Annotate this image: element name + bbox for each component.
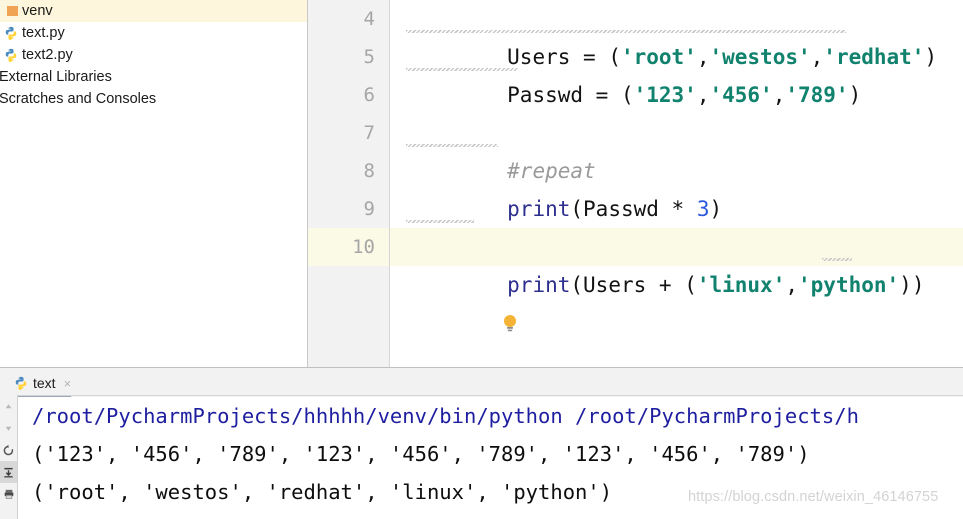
- tree-item-label: External Libraries: [0, 69, 112, 85]
- weak-warning-underline: [406, 30, 846, 33]
- run-tab-text[interactable]: text ×: [14, 372, 72, 399]
- tree-item-text-py[interactable]: text.py: [0, 22, 307, 44]
- line-number-current: 10: [308, 228, 389, 266]
- line-number: 7: [363, 122, 375, 144]
- code-token: 'linux': [696, 273, 786, 297]
- scroll-up-icon[interactable]: [0, 395, 17, 417]
- run-tab-label: text: [33, 375, 56, 391]
- code-line-5[interactable]: Passwd = ('123','456','789'): [390, 38, 963, 107]
- line-number: 9: [363, 198, 375, 220]
- soft-wrap-icon[interactable]: [0, 461, 17, 483]
- code-line-10[interactable]: print(Users + ('linux','python')): [390, 228, 963, 297]
- tree-item-text2-py[interactable]: text2.py: [0, 44, 307, 66]
- code-token: )): [899, 273, 925, 297]
- line-number: 4: [363, 8, 375, 30]
- code-line-4[interactable]: Users = ('root','westos','redhat'): [390, 0, 963, 69]
- code-line-7[interactable]: #repeat: [390, 114, 963, 183]
- weak-warning-underline: [406, 220, 474, 223]
- code-token: (: [684, 273, 697, 297]
- tree-item-venv[interactable]: venv: [0, 0, 307, 22]
- tree-item-external-libraries[interactable]: External Libraries: [0, 66, 307, 88]
- console-toolbar: [0, 395, 18, 519]
- line-number: 5: [363, 46, 375, 68]
- weak-warning-underline: [822, 258, 852, 261]
- watermark: https://blog.csdn.net/weixin_46146755: [688, 489, 939, 505]
- console-line-output: ('123', '456', '789', '123', '456', '789…: [32, 442, 810, 466]
- tree-item-label: text.py: [22, 25, 65, 41]
- code-token: +: [646, 273, 685, 297]
- weak-warning-underline: [406, 68, 518, 71]
- code-token: print: [507, 273, 571, 297]
- tree-item-label: venv: [22, 3, 53, 19]
- code-text-area[interactable]: Users = ('root','westos','redhat') Passw…: [390, 0, 963, 367]
- python-file-icon: [14, 376, 28, 390]
- rerun-icon[interactable]: [0, 439, 17, 461]
- folder-orange-icon: [7, 6, 18, 16]
- code-token: Users: [583, 273, 647, 297]
- python-file-icon: [4, 26, 18, 40]
- code-token: 'python': [798, 273, 900, 297]
- tree-item-label: Scratches and Consoles: [0, 91, 157, 107]
- close-icon[interactable]: ×: [64, 376, 72, 391]
- tree-item-scratches-and-consoles[interactable]: Scratches and Consoles: [0, 88, 307, 110]
- python-file-icon: [4, 48, 18, 62]
- code-token: (: [570, 273, 584, 297]
- editor-gutter[interactable]: 4 5 6 7 8 9 10: [308, 0, 390, 367]
- print-icon[interactable]: [0, 483, 17, 505]
- tree-item-label: text2.py: [22, 47, 73, 63]
- run-tabbar: text ×: [0, 368, 963, 399]
- weak-warning-underline: [406, 144, 498, 147]
- pycharm-window: venv text.py text2.py External Libraries: [0, 0, 963, 519]
- code-line-9[interactable]: #link: [390, 190, 963, 332]
- project-tree-panel: venv text.py text2.py External Libraries: [0, 0, 308, 367]
- console-line-command: /root/PycharmProjects/hhhhh/venv/bin/pyt…: [32, 404, 859, 428]
- line-number: 6: [363, 84, 375, 106]
- code-line-6[interactable]: [390, 76, 963, 114]
- code-token: ,: [785, 273, 799, 297]
- code-line-8[interactable]: print(Passwd * 3): [390, 152, 963, 221]
- line-number: 8: [363, 160, 375, 182]
- code-editor[interactable]: 4 5 6 7 8 9 10 Users = ('root','westos',…: [308, 0, 963, 367]
- scroll-down-icon[interactable]: [0, 417, 17, 439]
